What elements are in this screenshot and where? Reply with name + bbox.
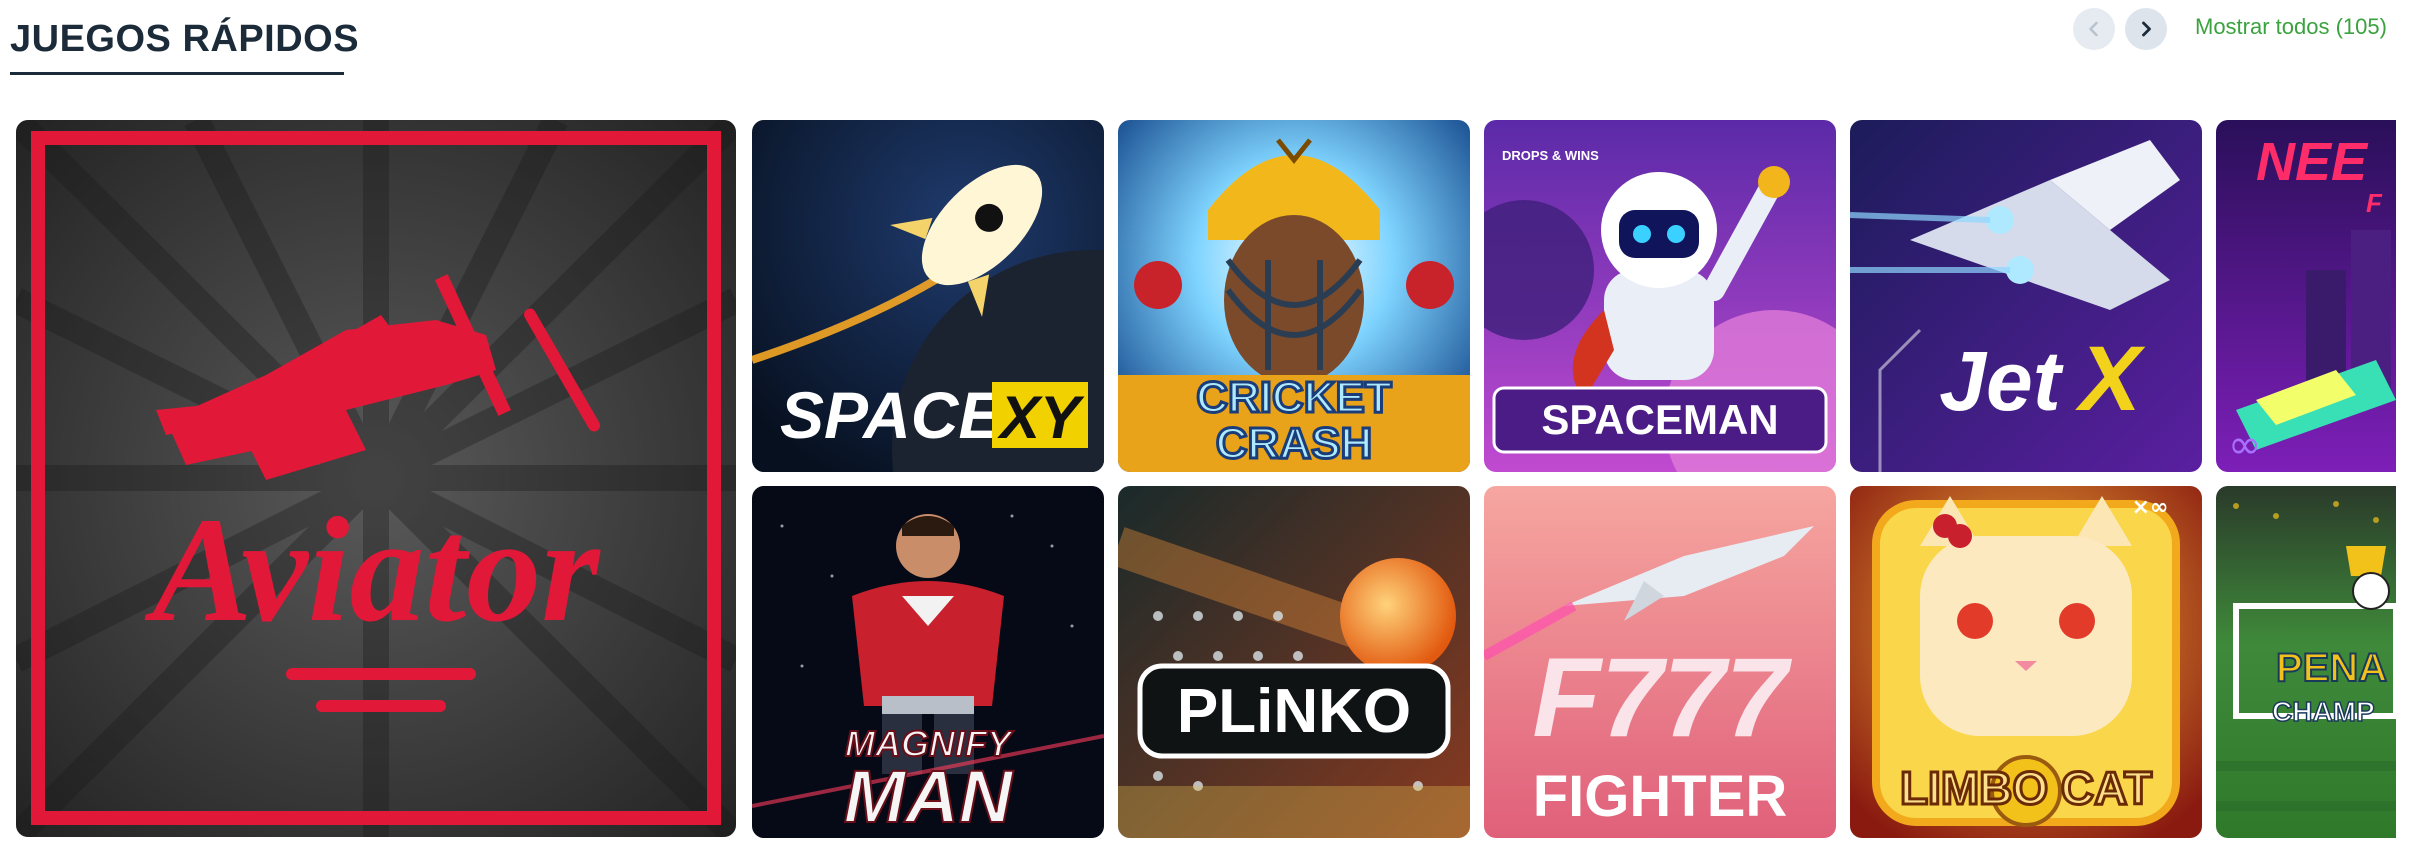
- game-tile-cricket-crash[interactable]: CRICKET CRASH: [1118, 120, 1470, 472]
- svg-text:PLiNKO: PLiNKO: [1177, 677, 1411, 746]
- svg-text:F: F: [2366, 188, 2383, 218]
- svg-text:XY: XY: [997, 384, 1085, 451]
- svg-text:DROPS & WINS: DROPS & WINS: [1502, 148, 1599, 163]
- svg-text:∞: ∞: [2228, 422, 2261, 468]
- svg-text:NEE: NEE: [2256, 132, 2369, 192]
- game-tile-aviator[interactable]: Aviator: [16, 120, 736, 837]
- game-tile-spaceman[interactable]: DROPS & WINS SPACEMAN: [1484, 120, 1836, 472]
- svg-text:SPACE: SPACE: [780, 378, 1004, 452]
- space-xy-art: SPACE XY: [752, 120, 1104, 472]
- svg-text:PENA: PENA: [2276, 646, 2387, 690]
- game-tile-space-xy[interactable]: SPACE XY: [752, 120, 1104, 472]
- svg-text:F777: F777: [1532, 635, 1792, 760]
- svg-text:CHAMP: CHAMP: [2272, 696, 2375, 727]
- svg-text:CRICKET: CRICKET: [1196, 373, 1392, 422]
- plinko-art: PLiNKO: [1118, 486, 1470, 838]
- spaceman-art: DROPS & WINS SPACEMAN: [1484, 120, 1836, 472]
- game-tile-magnify-man[interactable]: MAGNIFY MAN: [752, 486, 1104, 838]
- game-tile-penalty-champion[interactable]: PENA CHAMP: [2216, 486, 2396, 838]
- game-tile-f777-fighter[interactable]: F777 FIGHTER: [1484, 486, 1836, 838]
- need-for-x-art: NEE F ∞: [2216, 120, 2396, 472]
- svg-text:SPACEMAN: SPACEMAN: [1541, 396, 1778, 443]
- svg-text:×∞: ×∞: [2132, 495, 2169, 520]
- cricket-crash-art: CRICKET CRASH: [1118, 120, 1470, 472]
- f777-fighter-art: F777 FIGHTER: [1484, 486, 1836, 838]
- jetx-art: Jet X: [1850, 120, 2202, 472]
- aviator-art: Aviator: [16, 120, 736, 837]
- magnify-man-art: MAGNIFY MAN: [752, 486, 1104, 838]
- svg-text:X: X: [2074, 328, 2145, 430]
- games-grid: Aviator SPACE XY CRICKET CRASH DROPS & W…: [0, 0, 2410, 858]
- svg-text:Jet: Jet: [1939, 334, 2063, 428]
- limbo-cat-art: ×∞ LIMBO CAT: [1850, 486, 2202, 838]
- svg-text:MAN: MAN: [844, 755, 1014, 838]
- svg-text:CRASH: CRASH: [1216, 419, 1372, 468]
- game-tile-limbo-cat[interactable]: ×∞ LIMBO CAT: [1850, 486, 2202, 838]
- penalty-champion-art: PENA CHAMP: [2216, 486, 2396, 838]
- svg-text:FIGHTER: FIGHTER: [1533, 764, 1788, 829]
- game-tile-jetx[interactable]: Jet X: [1850, 120, 2202, 472]
- aviator-logo-text: Aviator: [144, 487, 601, 653]
- game-tile-need-for-x[interactable]: NEE F ∞: [2216, 120, 2396, 472]
- svg-text:LIMBO CAT: LIMBO CAT: [1900, 762, 2152, 814]
- game-tile-plinko[interactable]: PLiNKO: [1118, 486, 1470, 838]
